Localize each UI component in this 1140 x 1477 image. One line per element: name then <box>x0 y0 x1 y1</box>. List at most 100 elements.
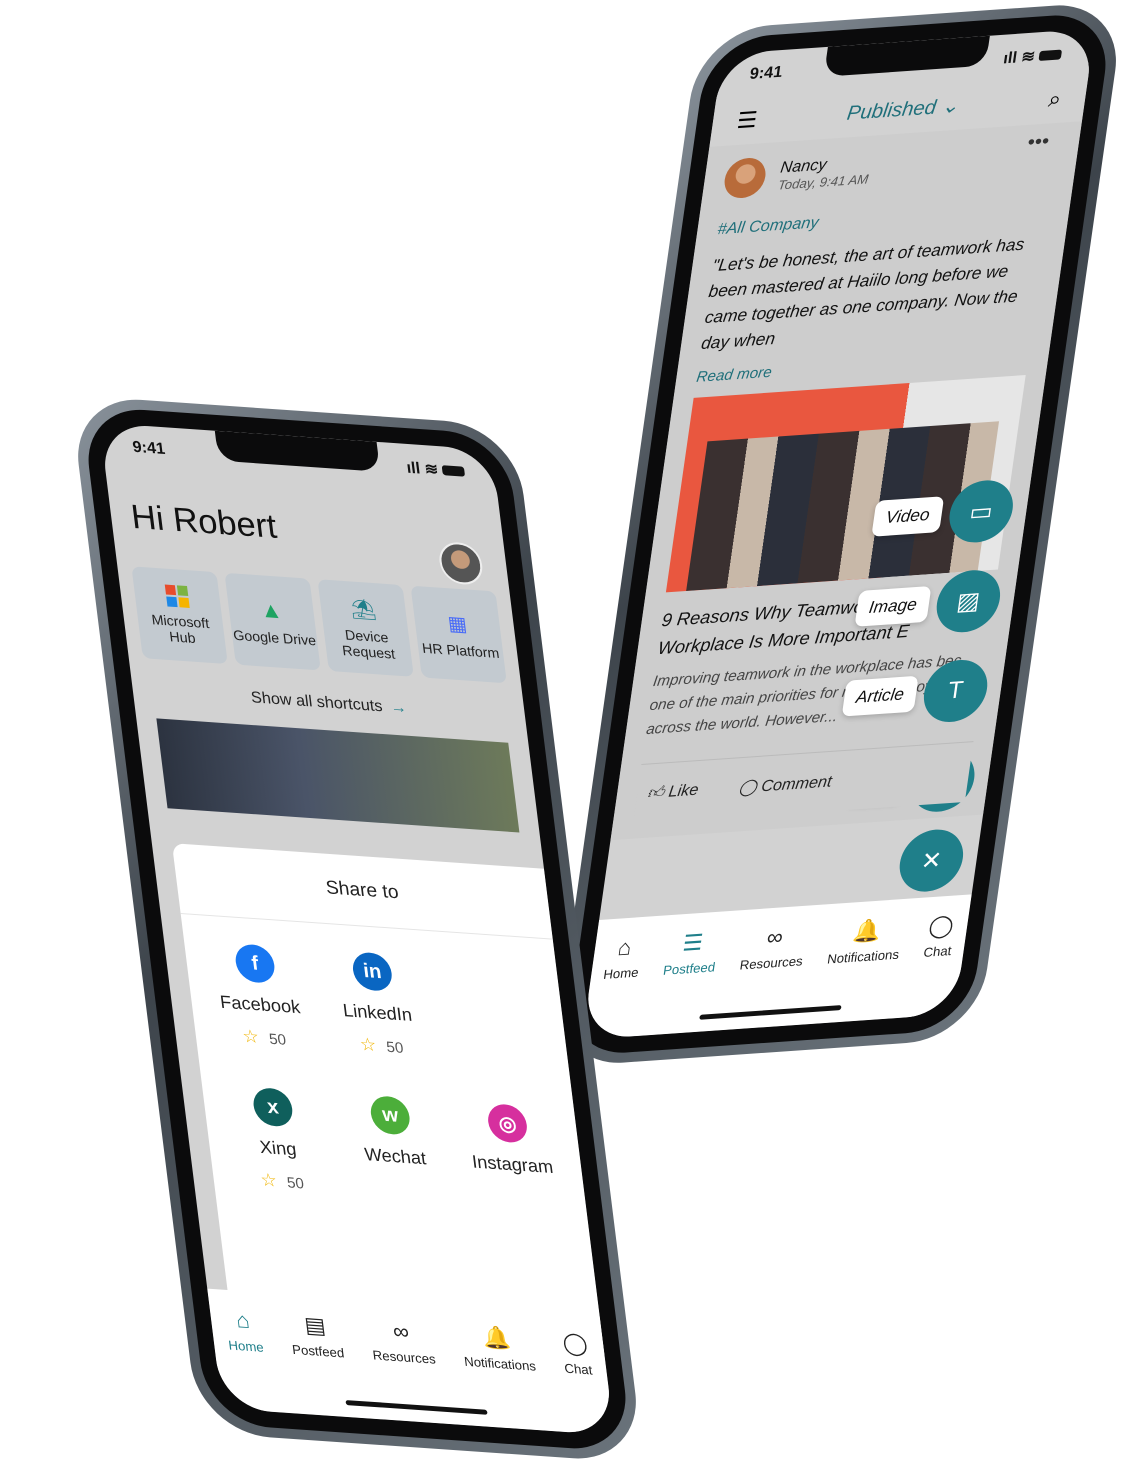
fab-label: Image <box>854 585 932 627</box>
chat-icon: ◯ <box>927 912 956 939</box>
share-sheet: Share to f Facebook ☆ 50 in LinkedIn ☆ 50 x Xing ☆… <box>171 843 605 1356</box>
comment-button[interactable]: ◯ Comment <box>737 772 833 798</box>
create-video-button[interactable]: Video ▭ <box>869 478 1017 549</box>
share-option-linkedin[interactable]: in LinkedIn ☆ 50 <box>311 949 441 1061</box>
star-icon: ☆ <box>358 1034 378 1056</box>
nav-label: Chat <box>563 1360 594 1378</box>
star-icon: ☆ <box>241 1025 261 1048</box>
show-all-label: Show all shortcuts <box>250 689 384 716</box>
published-filter-dropdown[interactable]: Published ⌄ <box>845 93 960 126</box>
nav-label: Home <box>227 1337 265 1355</box>
home-icon: ⌂ <box>616 934 634 961</box>
rating-value: 50 <box>286 1174 305 1193</box>
filter-label: Published <box>845 96 938 125</box>
linkedin-icon: in <box>350 951 394 992</box>
close-icon: ✕ <box>895 827 968 894</box>
bell-icon: 🔔 <box>481 1324 513 1352</box>
signal-wifi-battery-icon: ıll ≋ <box>405 458 466 482</box>
nav-postfeed[interactable]: ▤ Postfeed <box>288 1312 353 1417</box>
clock: 9:41 <box>748 63 784 83</box>
nav-notifications[interactable]: 🔔 Notifications <box>460 1324 544 1431</box>
share-option-instagram[interactable]: ◎ Instagram <box>446 1100 576 1212</box>
create-article-button[interactable]: Article T <box>840 657 992 730</box>
shortcut-google-drive[interactable]: ▲ Google Drive <box>224 572 321 671</box>
fab-label: Article <box>841 675 919 717</box>
microsoft-icon <box>164 584 190 608</box>
chat-icon: ◯ <box>561 1329 590 1357</box>
share-label: Wechat <box>363 1144 428 1169</box>
share-label: Xing <box>258 1136 298 1160</box>
more-options-icon[interactable]: ••• <box>1026 130 1050 154</box>
nav-label: Postfeed <box>662 959 717 978</box>
rating: ☆ 50 <box>241 1026 287 1050</box>
nav-label: Notifications <box>826 946 901 967</box>
postfeed-icon: ☰ <box>681 929 705 956</box>
close-fab-button[interactable]: ✕ <box>895 827 968 894</box>
wechat-icon: w <box>368 1095 412 1136</box>
rating: ☆ 50 <box>259 1170 305 1194</box>
nav-label: Notifications <box>463 1353 537 1374</box>
nav-label: Chat <box>922 943 953 960</box>
nav-label: Home <box>602 964 640 983</box>
article-icon: T <box>919 657 992 725</box>
bell-icon: 🔔 <box>851 917 883 945</box>
chevron-down-icon: ⌄ <box>940 95 961 119</box>
nav-label: Resources <box>738 953 804 973</box>
fab-label: Video <box>871 496 945 537</box>
arrow-right-icon: → <box>389 698 408 717</box>
google-drive-icon: ▲ <box>258 596 284 624</box>
instagram-icon: ◎ <box>485 1103 530 1144</box>
rating: ☆ 50 <box>359 1034 405 1058</box>
blank-icon <box>468 959 512 1001</box>
like-button[interactable]: 👍︎ Like <box>646 781 700 804</box>
xing-icon: x <box>251 1086 295 1128</box>
share-option[interactable] <box>429 957 559 1069</box>
search-icon[interactable]: ⌕ <box>1047 85 1063 111</box>
shortcut-label: Device Request <box>341 626 396 662</box>
rating-value: 50 <box>385 1038 405 1057</box>
video-icon: ▭ <box>945 478 1017 545</box>
device-icon: ⛱ <box>349 597 378 622</box>
avatar[interactable] <box>721 156 769 200</box>
image-icon: ▨ <box>932 568 1005 635</box>
shortcut-label: HR Platform <box>421 639 501 661</box>
share-label: LinkedIn <box>341 1000 414 1025</box>
share-option-xing[interactable]: x Xing ☆ 50 <box>212 1084 342 1196</box>
share-option-wechat[interactable]: w Wechat <box>329 1092 459 1204</box>
shortcut-hr-platform[interactable]: ▦ HR Platform <box>410 585 507 684</box>
post-text: "Let's be honest, the art of teamwork ha… <box>700 234 1026 353</box>
glasses-icon: ∞ <box>765 924 785 951</box>
share-label: Instagram <box>470 1151 555 1178</box>
create-image-button[interactable]: Image ▨ <box>852 568 1005 640</box>
share-label: Facebook <box>218 991 302 1018</box>
facebook-icon: f <box>233 943 277 984</box>
share-option-facebook[interactable]: f Facebook ☆ 50 <box>194 941 324 1053</box>
comment-label: Comment <box>760 773 833 796</box>
star-icon: ☆ <box>259 1169 279 1191</box>
like-label: Like <box>667 781 700 801</box>
nav-home[interactable]: ⌂ Home <box>224 1307 272 1412</box>
nav-chat[interactable]: ◯ Chat <box>560 1329 600 1435</box>
home-icon: ⌂ <box>234 1307 252 1334</box>
shortcut-device-request[interactable]: ⛱ Device Request <box>317 579 414 677</box>
feed-photo <box>156 718 520 833</box>
phone-postfeed: 9:41 ıll ≋ ☰ Published ⌄ ⌕ ••• Nancy Today… <box>552 0 1126 1068</box>
nav-label: Resources <box>371 1347 437 1367</box>
nav-chat[interactable]: ◯ Chat <box>914 912 956 1017</box>
glasses-icon: ∞ <box>391 1318 411 1345</box>
clock: 9:41 <box>131 438 167 459</box>
shortcut-label: Google Drive <box>232 626 317 649</box>
menu-icon[interactable]: ☰ <box>735 106 759 132</box>
bottom-nav: ⌂ Home ☰ Postfeed ∞ Resources 🔔 Notifications ◯ C… <box>582 894 972 1040</box>
phone-home: 9:41 ıll ≋ Hi Robert Microsoft Hub ▲ Google… <box>70 395 645 1464</box>
calendar-check-icon: ▦ <box>446 612 469 636</box>
rating-value: 50 <box>268 1030 288 1049</box>
signal-wifi-battery-icon: ıll ≋ <box>1002 45 1063 69</box>
show-all-shortcuts-link[interactable]: Show all shortcuts → <box>132 681 527 726</box>
nav-home[interactable]: ⌂ Home <box>594 934 644 1039</box>
comment-icon: ◯ <box>737 778 759 797</box>
postfeed-icon: ▤ <box>302 1312 327 1339</box>
nav-label: Postfeed <box>291 1341 346 1361</box>
shortcut-microsoft-hub[interactable]: Microsoft Hub <box>131 566 228 665</box>
shortcut-label: Microsoft Hub <box>150 611 211 647</box>
